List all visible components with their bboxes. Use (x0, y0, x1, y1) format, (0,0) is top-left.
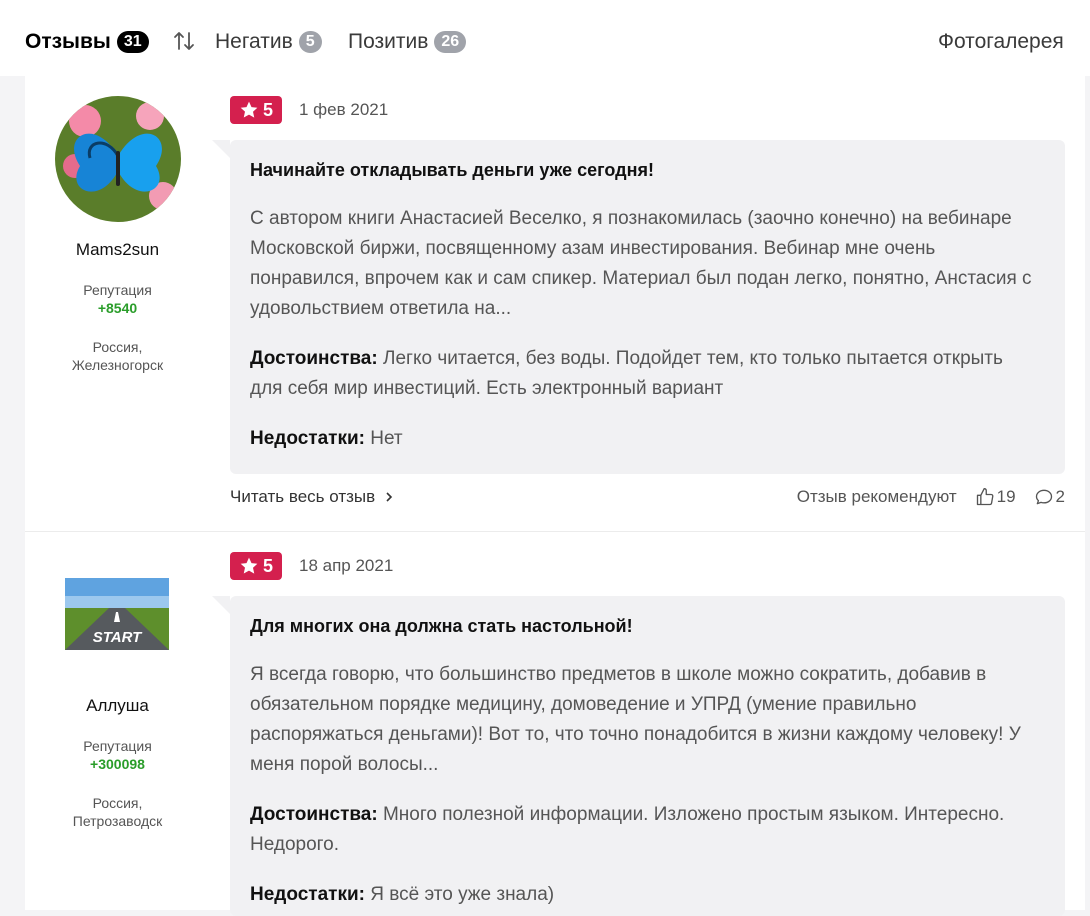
avatar[interactable] (55, 96, 181, 222)
review-pros: Достоинства: Много полезной информации. … (250, 800, 1040, 860)
review-pros: Достоинства: Легко читается, без воды. П… (250, 344, 1040, 404)
author-name[interactable]: Mams2sun (25, 240, 210, 260)
review-tabs: Отзывы 31 Негатив 5 Позитив 26 Фотогалер… (0, 0, 1090, 76)
tab-gallery[interactable]: Фотогалерея (938, 28, 1064, 56)
comment-count: 2 (1055, 487, 1065, 506)
cons-text: Нет (370, 428, 403, 449)
avatar[interactable]: START (65, 578, 169, 650)
reputation-value: +8540 (97, 300, 138, 316)
tab-positive[interactable]: Позитив 26 (348, 28, 467, 56)
tab-positive-label: Позитив (348, 30, 429, 53)
review-stats: Отзыв рекомендуют 19 2 (797, 487, 1065, 507)
review-cons: Недостатки: Я всё это уже знала) (250, 880, 1040, 910)
thumbs-up-icon (976, 488, 994, 506)
location-city: Петрозаводск (72, 813, 163, 829)
location-country: Россия, (92, 339, 143, 355)
reputation-value: +300098 (90, 756, 145, 772)
review-text: Я всегда говорю, что большинство предмет… (250, 664, 1021, 775)
review-card: Mams2sun Репутация +8540 Россия, Железно… (25, 76, 1085, 531)
rating-value: 5 (262, 99, 273, 120)
reputation-label: Репутация (83, 738, 152, 754)
cons-label: Недостатки: (250, 428, 365, 449)
read-more-link[interactable]: Читать весь отзыв (230, 487, 395, 507)
star-icon (240, 557, 258, 574)
review-cons: Недостатки: Нет (250, 424, 1040, 454)
star-icon (240, 101, 258, 118)
review-footer: Читать весь отзыв Отзыв рекомендуют 19 2 (230, 487, 1065, 513)
review-body: Для многих она должна стать настольной! … (212, 596, 1065, 916)
comment-button[interactable]: 2 (1034, 487, 1065, 507)
review-date: 1 фев 2021 (299, 100, 389, 119)
location-city: Железногорск (71, 357, 164, 373)
cons-label: Недостатки: (250, 884, 365, 905)
avatar-text: START (93, 629, 143, 646)
read-more-label: Читать весь отзыв (230, 487, 376, 506)
review-text: С автором книги Анастасией Веселко, я по… (250, 208, 1032, 319)
tab-negative-label: Негатив (215, 30, 293, 53)
review-title[interactable]: Начинайте откладывать деньги уже сегодня… (250, 160, 654, 181)
tab-reviews-count: 31 (116, 31, 149, 53)
tab-negative[interactable]: Негатив 5 (215, 28, 322, 56)
tab-reviews-label: Отзывы (25, 30, 111, 53)
review-card: START Аллуша Репутация +300098 Россия, П… (25, 532, 1085, 916)
review-date: 18 апр 2021 (299, 556, 394, 575)
chevron-right-icon (386, 492, 393, 502)
like-button[interactable]: 19 (975, 487, 1016, 507)
author-name[interactable]: Аллуша (25, 696, 210, 716)
pros-label: Достоинства: (250, 348, 378, 369)
pros-label: Достоинства: (250, 804, 378, 825)
rating-badge: 5 (230, 96, 282, 124)
tab-positive-count: 26 (434, 31, 467, 53)
review-body: Начинайте откладывать деньги уже сегодня… (212, 140, 1065, 474)
tab-negative-count: 5 (298, 31, 322, 53)
cons-text: Я всё это уже знала) (370, 884, 555, 905)
like-count: 19 (996, 487, 1016, 506)
tab-reviews[interactable]: Отзывы 31 (25, 28, 149, 56)
reputation-label: Репутация (83, 282, 152, 298)
recommend-label: Отзыв рекомендуют (796, 487, 957, 506)
sort-icon[interactable] (172, 29, 196, 53)
review-title[interactable]: Для многих она должна стать настольной! (250, 616, 633, 637)
location-country: Россия, (92, 795, 143, 811)
rating-badge: 5 (230, 552, 282, 580)
rating-value: 5 (262, 555, 273, 576)
comment-icon (1035, 489, 1052, 505)
tab-gallery-label: Фотогалерея (938, 30, 1064, 53)
